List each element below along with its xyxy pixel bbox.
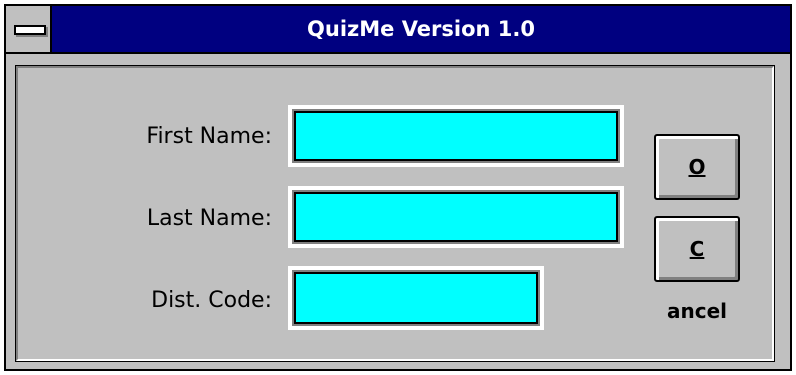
- last-name-input[interactable]: [294, 192, 618, 242]
- dialog-window: QuizMe Version 1.0 First Name: Last Name…: [4, 4, 792, 371]
- ok-mnemonic: O: [688, 155, 706, 179]
- cancel-button[interactable]: Cancel: [654, 216, 740, 323]
- last-name-label: Last Name:: [146, 206, 272, 231]
- cancel-label-rest: ancel: [666, 299, 727, 323]
- window-title: QuizMe Version 1.0: [307, 17, 535, 41]
- title-bar[interactable]: QuizMe Version 1.0: [6, 6, 790, 54]
- ok-button[interactable]: OK: [654, 134, 740, 241]
- cancel-mnemonic: C: [689, 237, 705, 261]
- system-menu-icon: [14, 25, 46, 35]
- cancel-button-label: Cancel: [656, 218, 738, 342]
- system-menu-button[interactable]: [6, 6, 52, 52]
- last-name-field-frame: [286, 184, 626, 250]
- dist-code-field-frame: [286, 264, 546, 332]
- first-name-label: First Name:: [146, 124, 272, 149]
- first-name-input[interactable]: [294, 111, 618, 161]
- dist-code-label: Dist. Code:: [151, 288, 272, 313]
- first-name-field-frame: [286, 103, 626, 169]
- dist-code-input[interactable]: [294, 272, 538, 324]
